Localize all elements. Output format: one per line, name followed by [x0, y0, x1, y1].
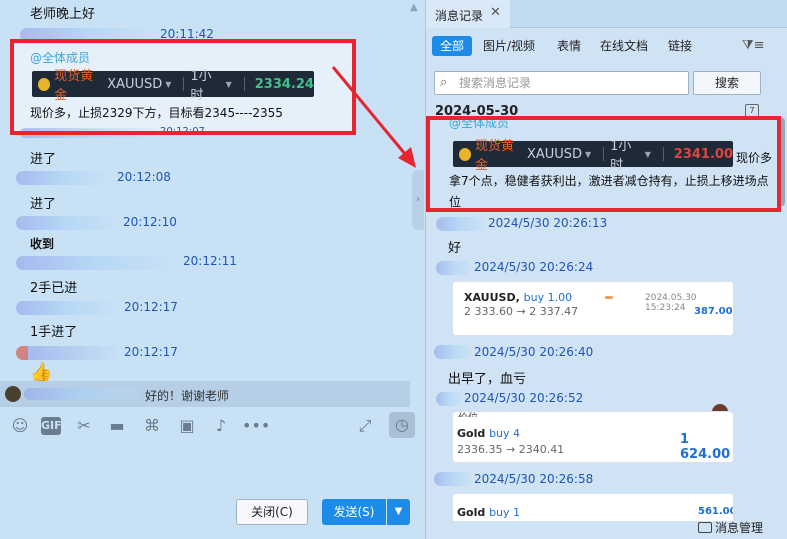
- expand-icon[interactable]: ⤢: [355, 416, 375, 436]
- highlight-box-left: [10, 39, 356, 135]
- collapse-panel-handle[interactable]: ›: [412, 170, 424, 230]
- clock-icon[interactable]: ◷: [389, 412, 415, 438]
- trade-range: 2 333.60 → 2 337.47: [464, 305, 579, 318]
- filter-links[interactable]: 链接: [668, 36, 692, 56]
- emoji-icon[interactable]: ☺: [10, 416, 30, 436]
- filter-media[interactable]: 图片/视频: [483, 36, 535, 56]
- message-time: 20:12:17: [124, 300, 178, 314]
- sender-name-blurred: [434, 345, 472, 359]
- trade-profit: 1 624.00: [680, 432, 731, 462]
- tab-label: 消息记录: [435, 9, 484, 23]
- image-icon[interactable]: ▣: [177, 416, 197, 436]
- message-text: 1手进了: [30, 325, 78, 340]
- avatar: [5, 386, 21, 402]
- trade-direction: buy 1.00: [523, 291, 573, 304]
- close-icon[interactable]: ✕: [490, 5, 501, 20]
- search-button[interactable]: 搜索: [693, 71, 761, 95]
- trade-partial-label: 价位: [458, 409, 478, 417]
- trade-card[interactable]: XAUUSD, buy 1.00 2024.05.30 15:23:24 2 3…: [452, 281, 734, 336]
- search-input[interactable]: [459, 75, 684, 91]
- filter-all[interactable]: 全部: [432, 36, 473, 56]
- sender-name-blurred: [436, 392, 462, 406]
- history-pane: 消息记录 ✕ 全部 图片/视频 表情 在线文档 链接 ⧩≡ ⌕ 搜索 2024-…: [425, 0, 787, 539]
- shortcut-icon[interactable]: ⌘: [142, 416, 162, 436]
- quote-text: 好的！谢谢老师: [145, 389, 230, 403]
- scroll-up-icon[interactable]: ▲: [410, 2, 418, 13]
- filter-icon[interactable]: ⧩≡: [742, 38, 765, 53]
- message-text: 出早了，血亏: [448, 372, 527, 387]
- trade-symbol: Gold: [457, 506, 486, 519]
- sender-name-blurred: [16, 216, 120, 230]
- message-text: 2手已进: [30, 281, 78, 296]
- quote-reply-bar[interactable]: 好的！谢谢老师: [0, 381, 410, 407]
- close-button[interactable]: 关闭(C): [236, 499, 308, 525]
- message-management-label: 消息管理: [715, 521, 764, 535]
- message-time: 2024/5/30 20:26:52: [464, 391, 584, 405]
- message-text: 进了: [30, 152, 57, 167]
- sender-name-blurred: [436, 261, 472, 275]
- filter-stickers[interactable]: 表情: [557, 36, 581, 56]
- filter-docs[interactable]: 在线文档: [600, 36, 648, 56]
- send-options-dropdown[interactable]: ▼: [387, 499, 410, 525]
- trade-profit: 387.00: [694, 306, 733, 317]
- message-time: 20:12:08: [117, 170, 171, 184]
- tab-message-history[interactable]: 消息记录 ✕: [426, 0, 510, 28]
- gif-icon[interactable]: GIF: [41, 417, 62, 435]
- scissors-icon[interactable]: ✂: [74, 416, 94, 436]
- message-time: 20:12:11: [183, 254, 237, 268]
- send-button[interactable]: 发送(S): [322, 499, 386, 525]
- message-time: 2024/5/30 20:26:40: [474, 345, 594, 359]
- trade-range: 2336.35 → 2340.41: [457, 443, 565, 456]
- message-time: 2024/5/30 20:26:13: [488, 216, 608, 230]
- folder-icon[interactable]: ▬: [107, 416, 127, 436]
- highlight-box-right: [426, 116, 781, 212]
- trade-symbol: Gold: [457, 427, 486, 440]
- chat-bubble-icon: [698, 522, 712, 533]
- message-text: 老师晚上好: [30, 7, 96, 22]
- message-management-button[interactable]: 消息管理: [698, 519, 763, 536]
- message-time: 2024/5/30 20:26:58: [474, 472, 594, 486]
- sender-name-blurred: [434, 472, 472, 486]
- trade-direction: buy 4: [489, 427, 521, 440]
- message-text: 收到: [30, 237, 55, 251]
- thumbs-up-emoji: 👍: [30, 362, 53, 383]
- sender-name-blurred: [16, 171, 112, 185]
- bell-icon[interactable]: ♪: [211, 416, 231, 436]
- message-time: 20:12:17: [124, 345, 178, 359]
- trade-symbol: XAUUSD,: [464, 291, 520, 304]
- trade-profit: 561.00: [698, 506, 734, 517]
- message-time: 20:12:10: [123, 215, 177, 229]
- tab-bar: 消息记录 ✕: [426, 0, 787, 28]
- trend-dash-icon: [605, 296, 613, 299]
- sender-name-blurred: [16, 346, 120, 360]
- sender-name-blurred: [16, 256, 178, 270]
- message-text: 好: [448, 241, 462, 256]
- search-icon: ⌕: [440, 75, 448, 90]
- sender-name-blurred: [16, 301, 120, 315]
- sender-name-blurred: [436, 217, 486, 231]
- trade-card[interactable]: 价位 Gold buy 4 2336.35 → 2340.41 1 624.00: [452, 411, 734, 463]
- more-icon[interactable]: •••: [242, 416, 270, 436]
- search-field[interactable]: ⌕: [434, 71, 689, 95]
- message-time: 2024/5/30 20:26:24: [474, 260, 594, 274]
- message-text: 进了: [30, 197, 57, 212]
- trade-direction: buy 1: [489, 506, 521, 519]
- sender-name-blurred: [24, 388, 139, 400]
- trade-card[interactable]: Gold buy 1 561.00: [452, 493, 734, 521]
